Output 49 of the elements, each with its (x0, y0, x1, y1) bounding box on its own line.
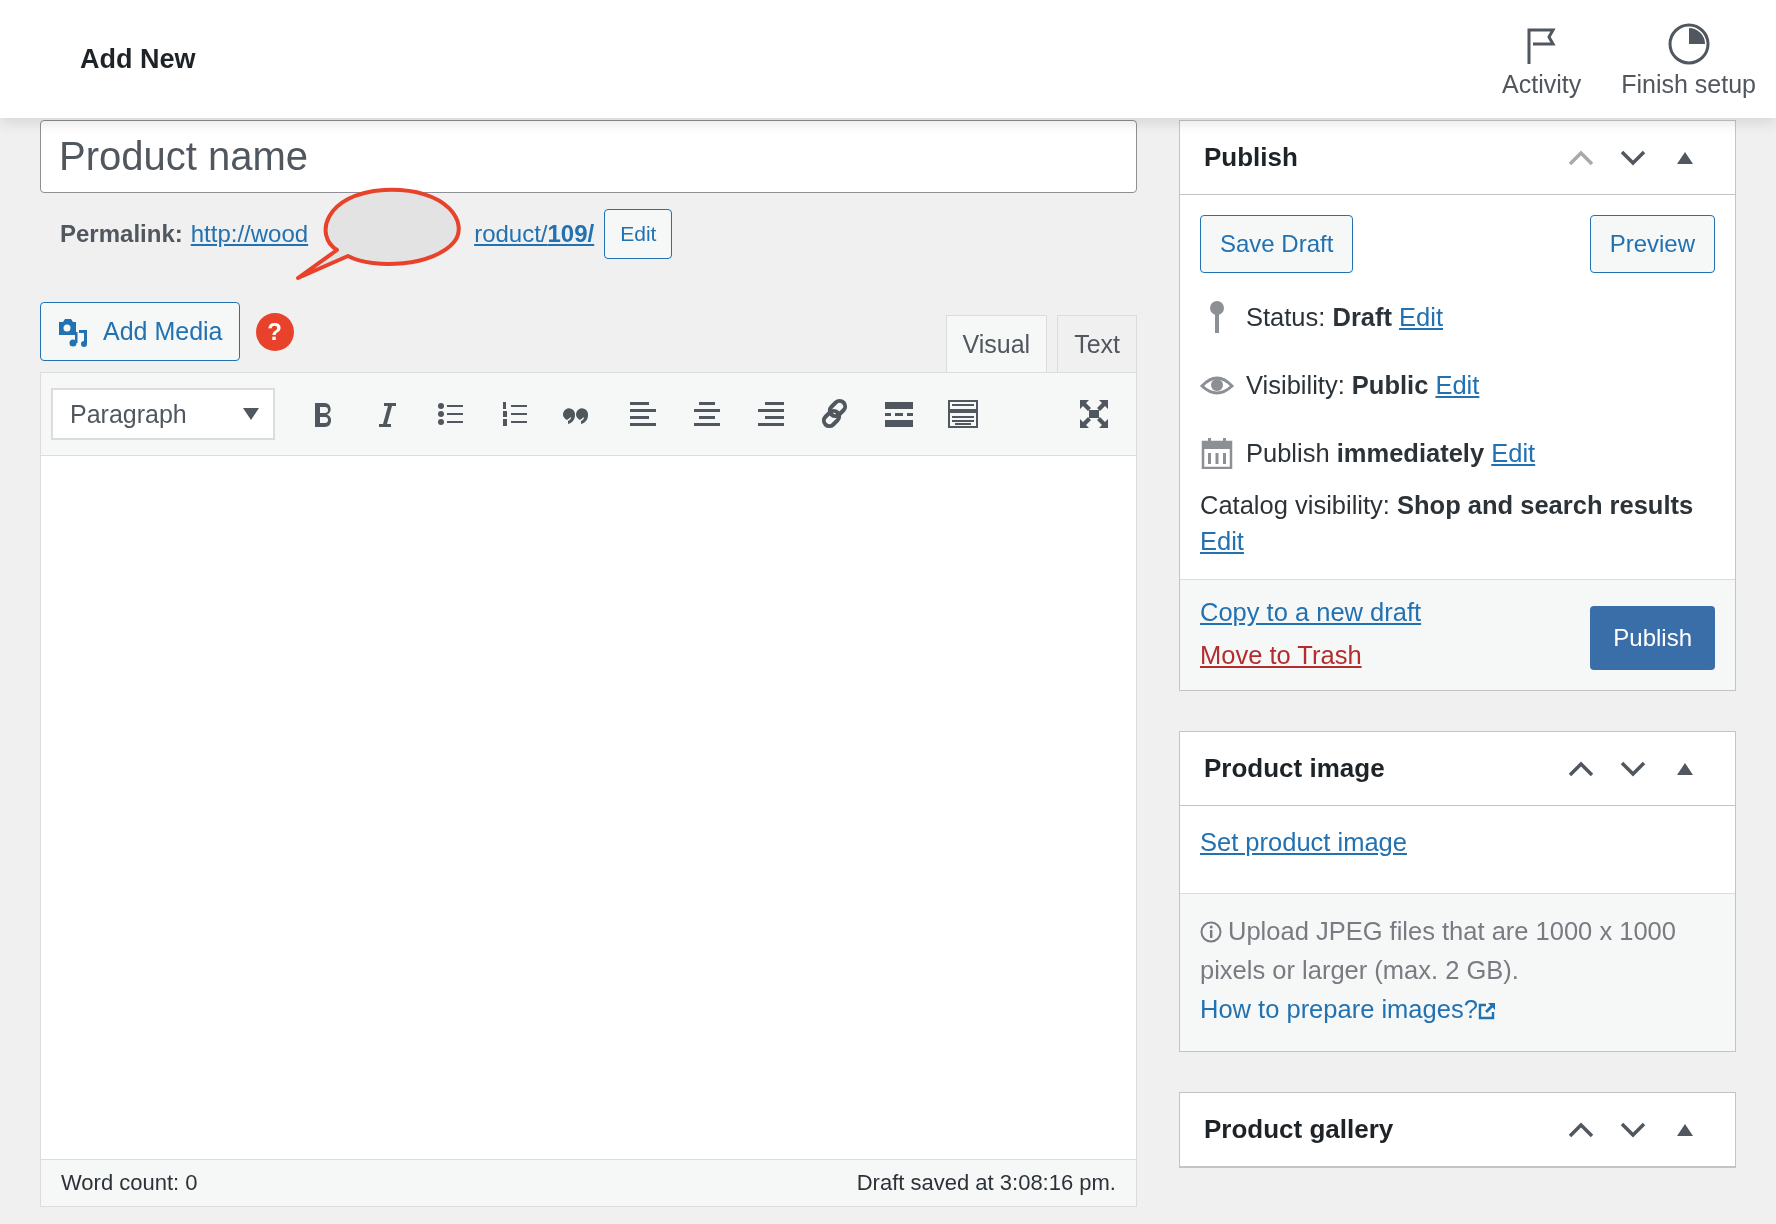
calendar-icon (1201, 437, 1233, 469)
box-title: Product image (1204, 753, 1386, 784)
chevron-down-icon (1620, 760, 1646, 777)
chevron-down-icon (1620, 1121, 1646, 1138)
save-draft-button[interactable]: Save Draft (1200, 215, 1354, 273)
permalink-link[interactable]: http://wood (190, 220, 309, 248)
add-media-button[interactable]: Add Media (40, 302, 240, 361)
box-title: Publish (1204, 142, 1299, 173)
format-select[interactable]: Paragraph (51, 388, 275, 440)
pin-icon (1207, 300, 1227, 334)
edit-link[interactable]: Edit (1399, 303, 1444, 331)
edit-link[interactable]: Edit (1435, 371, 1480, 399)
edit-link[interactable]: Edit (1200, 527, 1244, 555)
fullscreen-icon[interactable] (1078, 398, 1110, 430)
trash-link[interactable]: Move to Trash (1200, 641, 1422, 670)
status-text: Status: Draft Edit (1246, 302, 1444, 333)
publish-button[interactable]: Publish (1590, 606, 1715, 670)
help-link[interactable]: How to prepare images? (1200, 995, 1496, 1023)
product-name-field[interactable]: Product name (40, 120, 1137, 193)
chevron-down-icon (1620, 149, 1646, 166)
eye-icon (1200, 374, 1234, 396)
copy-draft-link[interactable]: Copy to a new draft (1200, 598, 1422, 627)
triangle-up-icon (1677, 762, 1693, 775)
schedule-text: Publish immediately Edit (1246, 438, 1536, 469)
word-count: Word count: 0 (61, 1170, 198, 1196)
draft-saved-text: Draft saved at 3:08:16 pm. (856, 1170, 1116, 1196)
edit-link[interactable]: Edit (1491, 439, 1536, 467)
progress-icon (1666, 21, 1711, 66)
finish-setup-button[interactable]: Finish setup (1611, 7, 1766, 111)
permalink-label: Permalink: (60, 220, 183, 248)
info-icon (1200, 921, 1222, 943)
caret-icon (243, 408, 259, 420)
triangle-up-icon (1677, 151, 1693, 164)
triangle-up-icon (1677, 1123, 1693, 1136)
page-title: Add New (80, 43, 196, 75)
help-badge[interactable]: ? (255, 313, 294, 351)
edit-permalink-button[interactable]: Edit (604, 209, 673, 259)
set-image-link[interactable]: Set product image (1200, 828, 1407, 856)
editor-tab[interactable]: Visual (945, 315, 1048, 373)
catalog-text: Catalog visibility: Shop and search results Edit (1200, 490, 1695, 557)
permalink-link[interactable]: roduct/109/ (474, 220, 595, 248)
keyboard-icon[interactable] (947, 398, 979, 430)
visibility-text: Visibility: Public Edit (1246, 370, 1480, 401)
external-link-icon (1477, 1002, 1496, 1021)
preview-button[interactable]: Preview (1589, 215, 1715, 273)
upload-notice: Upload JPEG files that are 1000 x 1000 pixels or larger (max. 2 GB). How to prepare images? (1180, 893, 1735, 1051)
activity-button[interactable]: Activity (1492, 7, 1592, 111)
editor-tab[interactable]: Text (1057, 315, 1137, 372)
box-title: Product gallery (1204, 1114, 1395, 1145)
